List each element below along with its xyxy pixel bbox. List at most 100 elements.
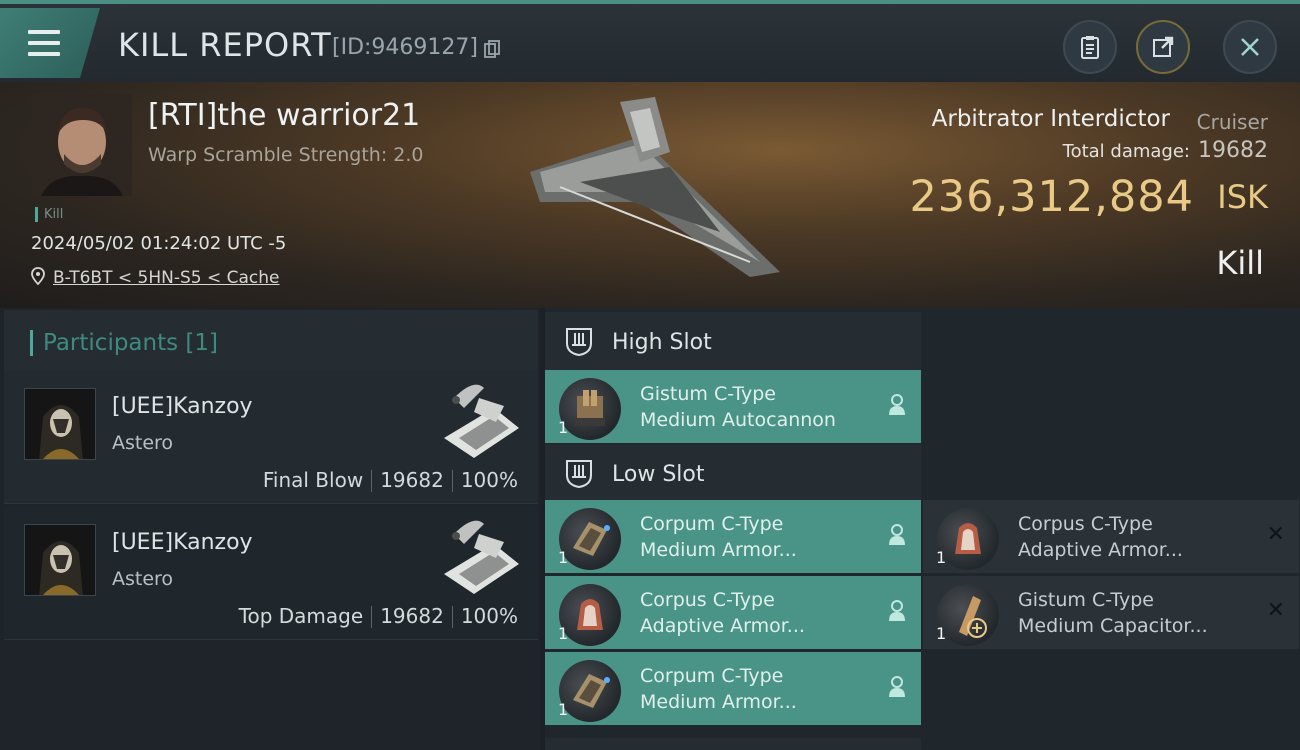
isk-value: 236,312,884 xyxy=(909,172,1194,222)
module-quantity: 1 xyxy=(558,418,569,437)
module-item[interactable]: 1 Corpum C-Type Medium Armor... xyxy=(545,500,921,573)
clipboard-button[interactable] xyxy=(1063,20,1117,74)
module-name: Gistum C-Type xyxy=(1018,589,1154,611)
participant-role: Final Blow xyxy=(262,468,364,492)
destroyed-x-icon: ✕ xyxy=(1266,522,1285,547)
module-type: Medium Capacitor... xyxy=(1018,615,1208,637)
module-icon xyxy=(937,508,999,570)
clipboard-icon xyxy=(1081,36,1099,59)
page-title: KILL REPORT xyxy=(118,26,332,64)
participant-role: Top Damage xyxy=(238,604,364,628)
module-type: Medium Armor... xyxy=(640,539,797,561)
victim-pilot-name[interactable]: [RTI]the warrior21 xyxy=(148,98,420,133)
capacitor-icon xyxy=(959,596,987,638)
participants-panel: Participants [1] [UEE]Kanzoy Astero Fina… xyxy=(0,308,540,750)
slot-shield-icon xyxy=(566,460,592,489)
module-quantity: 1 xyxy=(558,624,569,643)
low-slot-label: Low Slot xyxy=(612,462,705,487)
participant-percent: 100% xyxy=(460,604,518,628)
share-button[interactable] xyxy=(1136,20,1190,74)
person-icon xyxy=(889,600,905,621)
module-item[interactable]: 1 Corpus C-Type Adaptive Armor... ✕ xyxy=(923,500,1299,573)
slot-shield-icon xyxy=(566,328,592,357)
participant-name[interactable]: [UEE]Kanzoy xyxy=(112,530,253,555)
module-icon xyxy=(559,508,621,570)
participant-damage: 19682 xyxy=(380,468,444,492)
warp-scramble-strength: Warp Scramble Strength: 2.0 xyxy=(148,144,424,166)
participant-portrait xyxy=(25,525,95,595)
participant-avatar[interactable] xyxy=(24,388,96,460)
participant-damage: 19682 xyxy=(380,604,444,628)
participant-avatar[interactable] xyxy=(24,524,96,596)
module-quantity: 1 xyxy=(558,548,569,567)
module-quantity: 1 xyxy=(936,624,947,643)
victim-ship-image xyxy=(530,97,780,277)
participant-ship: Astero xyxy=(112,432,174,454)
victim-ship-class: Cruiser xyxy=(1196,110,1268,134)
participant-ship-image xyxy=(444,520,519,594)
low-slot-header: Low Slot xyxy=(545,444,921,502)
result-label: Kill xyxy=(1216,244,1264,282)
armor-plate-icon xyxy=(573,522,610,556)
autocannon-icon xyxy=(575,390,605,426)
share-icon xyxy=(1153,36,1174,57)
participants-title: Participants [1] xyxy=(30,330,218,356)
kill-tag: Kill xyxy=(35,207,63,222)
total-damage-value: 19682 xyxy=(1198,138,1268,163)
module-type: Medium Autocannon xyxy=(640,409,836,431)
adaptive-armor-icon xyxy=(955,523,981,554)
participant-name[interactable]: [UEE]Kanzoy xyxy=(112,394,253,419)
module-name: Corpum C-Type xyxy=(640,513,784,535)
high-slot-header: High Slot xyxy=(545,312,921,370)
participants-header: Participants [1] xyxy=(4,310,538,370)
module-quantity: 1 xyxy=(936,548,947,567)
module-quantity: 1 xyxy=(558,700,569,719)
top-bar: KILL REPORT [ID:9469127] xyxy=(0,0,1300,82)
victim-panel: [RTI]the warrior21 Warp Scramble Strengt… xyxy=(0,82,1300,308)
isk-unit: ISK xyxy=(1217,178,1268,216)
report-id: [ID:9469127] xyxy=(332,35,478,60)
participant-portrait xyxy=(25,389,95,459)
armor-plate-icon xyxy=(573,674,610,708)
person-icon xyxy=(889,394,905,415)
victim-ship-name[interactable]: Arbitrator Interdictor xyxy=(932,106,1170,132)
module-icon xyxy=(559,378,621,440)
person-icon xyxy=(889,524,905,545)
participant-percent: 100% xyxy=(460,468,518,492)
location-pin-icon xyxy=(31,267,45,285)
next-slot-header xyxy=(545,738,921,750)
kill-location-link[interactable]: B-T6BT < 5HN-S5 < Cache xyxy=(53,268,280,288)
person-icon xyxy=(889,676,905,697)
module-item[interactable]: 1 Gistum C-Type Medium Capacitor... ✕ xyxy=(923,576,1299,649)
module-name: Corpus C-Type xyxy=(640,589,775,611)
module-type: Medium Armor... xyxy=(640,691,797,713)
adaptive-armor-icon xyxy=(577,599,603,630)
module-item[interactable]: 1 Gistum C-Type Medium Autocannon xyxy=(545,370,921,443)
module-icon xyxy=(559,584,621,646)
menu-icon-bar xyxy=(28,41,60,45)
module-item[interactable]: 1 Corpum C-Type Medium Armor... xyxy=(545,652,921,725)
menu-icon-bar xyxy=(28,52,60,56)
module-name: Gistum C-Type xyxy=(640,383,776,405)
participant-ship-image xyxy=(444,384,519,458)
module-icon xyxy=(559,660,621,722)
participant-stats: Final Blow 19682 100% xyxy=(255,468,526,492)
victim-portrait xyxy=(31,94,132,196)
fitting-panel: High Slot 1 Gistum C-Type Medium Autocan… xyxy=(545,308,1300,750)
participant-card[interactable]: [UEE]Kanzoy Astero Top Damage 19682 100% xyxy=(4,506,538,640)
kill-date: 2024/05/02 01:24:02 UTC -5 xyxy=(31,233,287,254)
module-item[interactable]: 1 Corpus C-Type Adaptive Armor... xyxy=(545,576,921,649)
module-name: Corpum C-Type xyxy=(640,665,784,687)
module-type: Adaptive Armor... xyxy=(640,615,805,637)
victim-avatar[interactable] xyxy=(31,94,132,196)
high-slot-label: High Slot xyxy=(612,330,712,355)
module-name: Corpus C-Type xyxy=(1018,513,1153,535)
destroyed-x-icon: ✕ xyxy=(1266,598,1285,623)
participant-ship: Astero xyxy=(112,568,174,590)
menu-icon xyxy=(28,30,60,34)
close-button[interactable] xyxy=(1223,20,1277,74)
module-type: Adaptive Armor... xyxy=(1018,539,1183,561)
copy-icon[interactable] xyxy=(484,40,500,58)
menu-button[interactable] xyxy=(0,8,100,78)
participant-card[interactable]: [UEE]Kanzoy Astero Final Blow 19682 100% xyxy=(4,370,538,504)
